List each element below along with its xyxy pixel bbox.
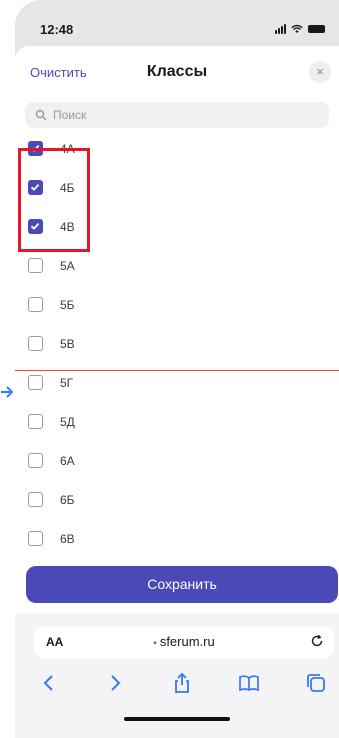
class-item-4v[interactable]: 4В [15, 212, 339, 242]
checkbox[interactable] [28, 336, 43, 351]
class-label: 6Б [60, 493, 75, 507]
class-label: 5Б [60, 298, 75, 312]
url-display[interactable]: ▪ sferum.ru [34, 634, 334, 649]
classes-list: 4А 4Б 4В 5А 5Б 5В 5Г 5Д 6А 6Б 6В [15, 134, 339, 596]
checkbox[interactable] [28, 453, 43, 468]
tabs-icon[interactable] [305, 672, 327, 694]
checkbox[interactable] [28, 219, 43, 234]
class-item-5a[interactable]: 5А [15, 251, 339, 281]
checkbox[interactable] [28, 297, 43, 312]
checkbox[interactable] [28, 492, 43, 507]
class-label: 4Б [60, 181, 75, 195]
class-label: 4В [60, 220, 75, 234]
forward-icon[interactable] [104, 672, 126, 694]
class-item-5v[interactable]: 5В [15, 329, 339, 359]
class-label: 5А [60, 259, 75, 273]
lock-icon: ▪ [153, 638, 157, 649]
status-bar: 12:48 [15, 18, 339, 42]
cellular-signal-icon [275, 24, 286, 34]
sheet-title: Классы [146, 63, 208, 80]
reload-icon[interactable] [310, 634, 324, 648]
class-label: 6А [60, 454, 75, 468]
class-label: 5Г [60, 376, 74, 390]
checkbox[interactable] [28, 531, 43, 546]
class-item-5g[interactable]: 5Г [15, 368, 339, 398]
class-label: 4А [60, 142, 75, 156]
class-item-6v[interactable]: 6В [15, 524, 339, 554]
search-icon [35, 109, 47, 121]
class-item-5d[interactable]: 5Д [15, 407, 339, 437]
checkbox[interactable] [28, 258, 43, 273]
home-indicator [124, 717, 230, 721]
url-text: sferum.ru [159, 634, 215, 649]
save-button[interactable]: Сохранить [26, 566, 338, 603]
checkbox[interactable] [28, 375, 43, 390]
battery-icon [308, 25, 325, 33]
class-label: 5В [60, 337, 75, 351]
wifi-icon [291, 24, 303, 33]
class-item-6b[interactable]: 6Б [15, 485, 339, 515]
search-input[interactable] [51, 107, 315, 123]
annotation-line [15, 370, 339, 371]
status-icons [275, 24, 325, 34]
arrow-right-icon [1, 386, 14, 398]
checkbox[interactable] [28, 414, 43, 429]
bookmarks-icon[interactable] [238, 672, 260, 694]
share-icon[interactable] [171, 672, 193, 694]
search-bar[interactable] [25, 102, 329, 128]
class-label: 6В [60, 532, 75, 546]
class-item-6a[interactable]: 6А [15, 446, 339, 476]
status-time: 12:48 [40, 22, 74, 37]
checkbox[interactable] [28, 141, 43, 156]
class-item-4b[interactable]: 4Б [15, 173, 339, 203]
sheet-header: Очистить Классы × [15, 46, 339, 100]
checkbox[interactable] [28, 180, 43, 195]
phone-screen: 12:48 Очистить Классы × Поиск 4А 4Б 4В 5… [0, 0, 339, 738]
class-item-5b[interactable]: 5Б [15, 290, 339, 320]
close-button[interactable]: × [309, 61, 331, 83]
browser-toolbar [15, 672, 339, 696]
back-icon[interactable] [38, 672, 60, 694]
address-bar[interactable]: AA ▪ sferum.ru [34, 626, 334, 658]
class-item-4a[interactable]: 4А [15, 134, 339, 164]
class-label: 5Д [60, 415, 75, 429]
